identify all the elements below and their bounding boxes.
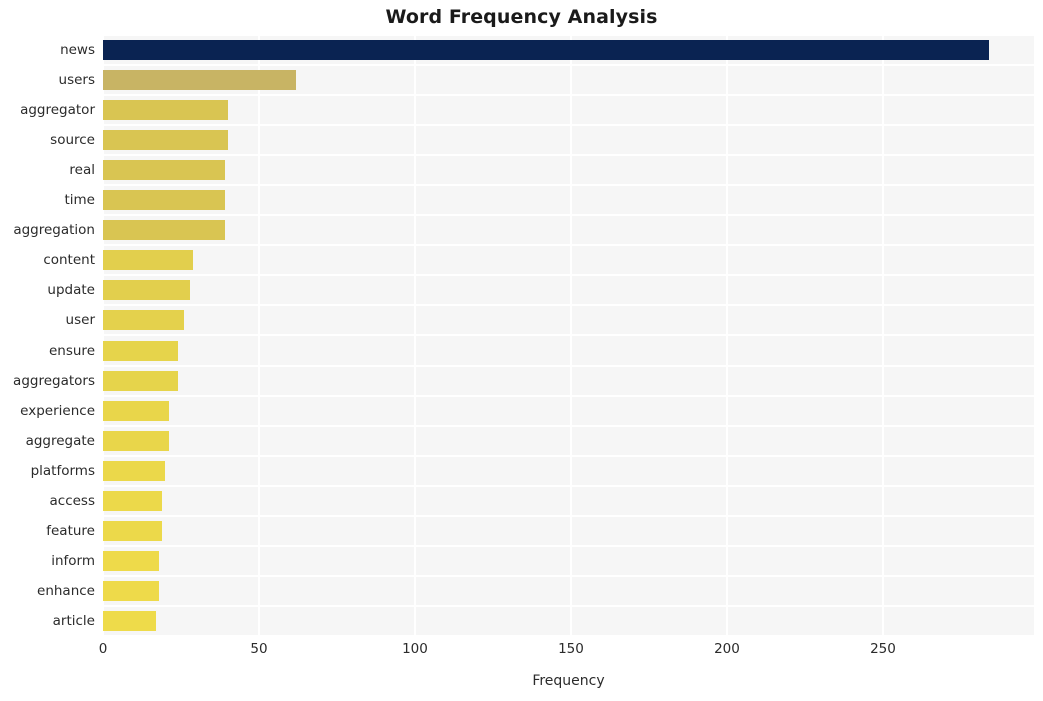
y-tick-label-time: time	[64, 192, 95, 209]
bar-row	[103, 306, 1034, 337]
bar-row	[103, 216, 1034, 247]
bar-user	[103, 310, 185, 331]
x-tick-label-50: 50	[250, 641, 268, 657]
chart-title: Word Frequency Analysis	[385, 6, 658, 28]
bar-access	[103, 490, 163, 511]
y-tick-label-real: real	[69, 162, 95, 179]
bar-article	[103, 610, 157, 631]
bar-row	[103, 487, 1034, 517]
bar-platforms	[103, 460, 166, 481]
y-tick-label-users: users	[58, 72, 95, 89]
x-tick-label-200: 200	[714, 641, 740, 657]
bar-row	[103, 427, 1034, 457]
bar-aggregators	[103, 370, 178, 391]
bar-users	[103, 70, 297, 91]
bar-row	[103, 547, 1034, 577]
y-tick-label-enhance: enhance	[37, 582, 95, 599]
y-tick-label-aggregation: aggregation	[13, 222, 95, 239]
bar-inform	[103, 550, 160, 571]
bar-row	[103, 36, 1034, 67]
bar-row	[103, 577, 1034, 607]
y-tick-label-feature: feature	[46, 522, 95, 539]
y-tick-label-content: content	[43, 252, 95, 269]
bar-source	[103, 130, 228, 151]
y-tick-label-article: article	[52, 612, 95, 629]
bar-enhance	[103, 580, 160, 601]
x-tick-label-0: 0	[98, 641, 108, 657]
y-tick-label-platforms: platforms	[30, 462, 95, 479]
y-tick-label-aggregators: aggregators	[13, 372, 95, 389]
y-tick-label-aggregate: aggregate	[25, 432, 95, 449]
bar-aggregate	[103, 430, 169, 451]
bar-row	[103, 66, 1034, 97]
bar-row	[103, 96, 1034, 127]
y-tick-label-user: user	[65, 312, 95, 329]
bar-row	[103, 367, 1034, 397]
y-tick-label-inform: inform	[51, 552, 95, 569]
bar-row	[103, 186, 1034, 217]
y-tick-label-source: source	[50, 132, 95, 149]
y-tick-label-update: update	[47, 282, 95, 299]
bar-real	[103, 160, 225, 181]
x-axis-title: Frequency	[532, 673, 605, 689]
bar-news	[103, 40, 990, 60]
x-tick-label-100: 100	[402, 641, 428, 657]
y-tick-label-access: access	[49, 492, 96, 509]
x-axis-tick-labels: 0 50 100 150 200 250	[0, 641, 1043, 663]
plot-area	[103, 36, 1034, 637]
y-tick-label-aggregator: aggregator	[20, 102, 95, 119]
bar-row	[103, 246, 1034, 277]
bar-row	[103, 397, 1034, 427]
bar-row	[103, 517, 1034, 547]
bar-row	[103, 276, 1034, 307]
y-axis-tick-labels: news users aggregator source real time aggrega…	[0, 36, 95, 637]
bar-row	[103, 156, 1034, 187]
bar-row	[103, 126, 1034, 157]
bar-aggregation	[103, 220, 225, 241]
bar-experience	[103, 400, 169, 421]
row-separator	[103, 634, 1034, 637]
y-tick-label-experience: experience	[20, 402, 95, 419]
bar-content	[103, 250, 194, 271]
x-tick-label-250: 250	[870, 641, 896, 657]
bar-update	[103, 280, 191, 301]
y-tick-label-news: news	[60, 42, 95, 58]
x-tick-label-150: 150	[558, 641, 584, 657]
y-tick-label-ensure: ensure	[48, 342, 95, 359]
chart-figure: Word Frequency Analysis news users aggrega…	[0, 0, 1043, 701]
bar-row	[103, 607, 1034, 637]
bar-row	[103, 337, 1034, 367]
bar-aggregator	[103, 100, 228, 121]
bar-feature	[103, 520, 163, 541]
bar-time	[103, 190, 225, 211]
bar-row	[103, 457, 1034, 487]
bar-ensure	[103, 340, 178, 361]
